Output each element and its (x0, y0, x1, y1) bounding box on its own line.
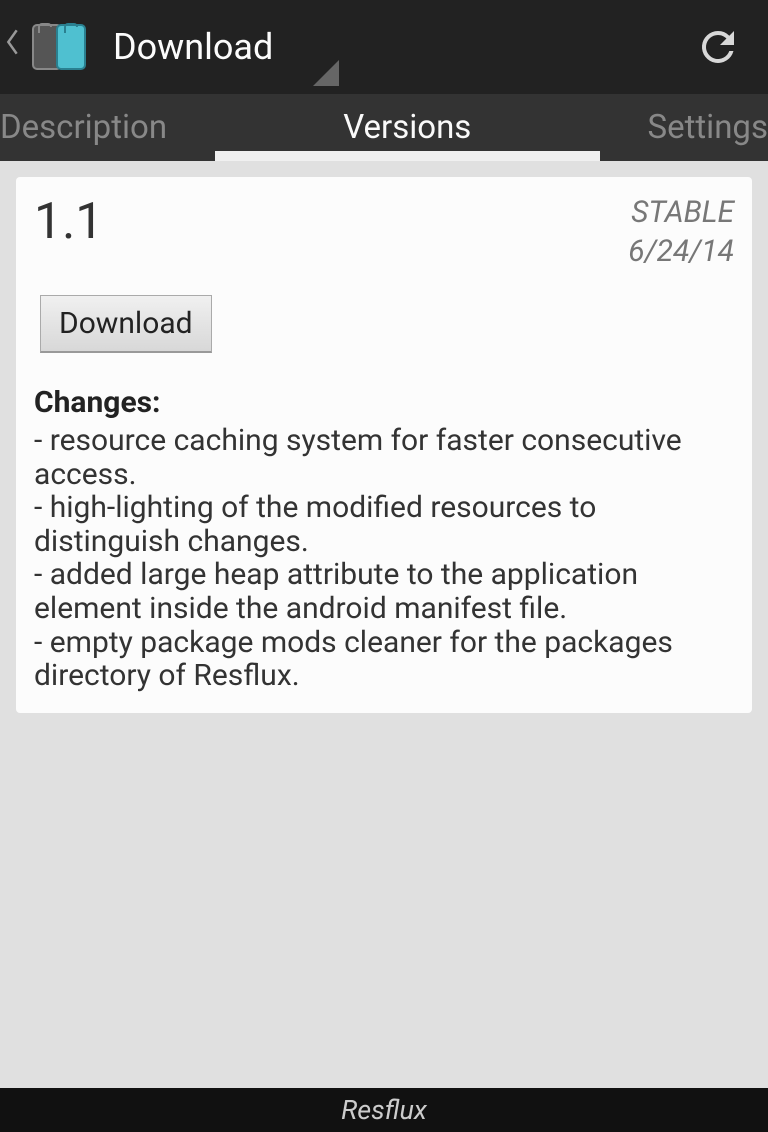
action-bar: Download (0, 0, 768, 94)
title-spinner[interactable]: Download (113, 0, 273, 94)
version-card: 1.1 STABLE 6/24/14 Download Changes: - r… (16, 177, 752, 713)
tab-settings[interactable]: Settings (630, 94, 768, 161)
stability-label: STABLE (628, 193, 734, 232)
tab-description[interactable]: Description (0, 94, 185, 161)
page-title: Download (113, 26, 273, 68)
tab-versions[interactable]: Versions (185, 94, 629, 161)
dropdown-icon (313, 60, 339, 86)
version-header: 1.1 STABLE 6/24/14 (34, 193, 734, 271)
changes-body: - resource caching system for faster con… (34, 424, 734, 693)
tab-bar: Description Versions Settings (0, 94, 768, 161)
content-area: 1.1 STABLE 6/24/14 Download Changes: - r… (0, 161, 768, 1088)
changes-heading: Changes: (34, 385, 734, 420)
footer-bar: Resflux (0, 1088, 768, 1132)
version-meta: STABLE 6/24/14 (628, 193, 734, 271)
back-icon[interactable] (5, 18, 25, 76)
refresh-icon[interactable] (693, 22, 743, 72)
version-number: 1.1 (34, 193, 103, 251)
release-date: 6/24/14 (628, 232, 734, 271)
app-icon[interactable] (25, 13, 93, 81)
footer-app-name: Resflux (341, 1094, 427, 1126)
download-button[interactable]: Download (40, 295, 212, 353)
